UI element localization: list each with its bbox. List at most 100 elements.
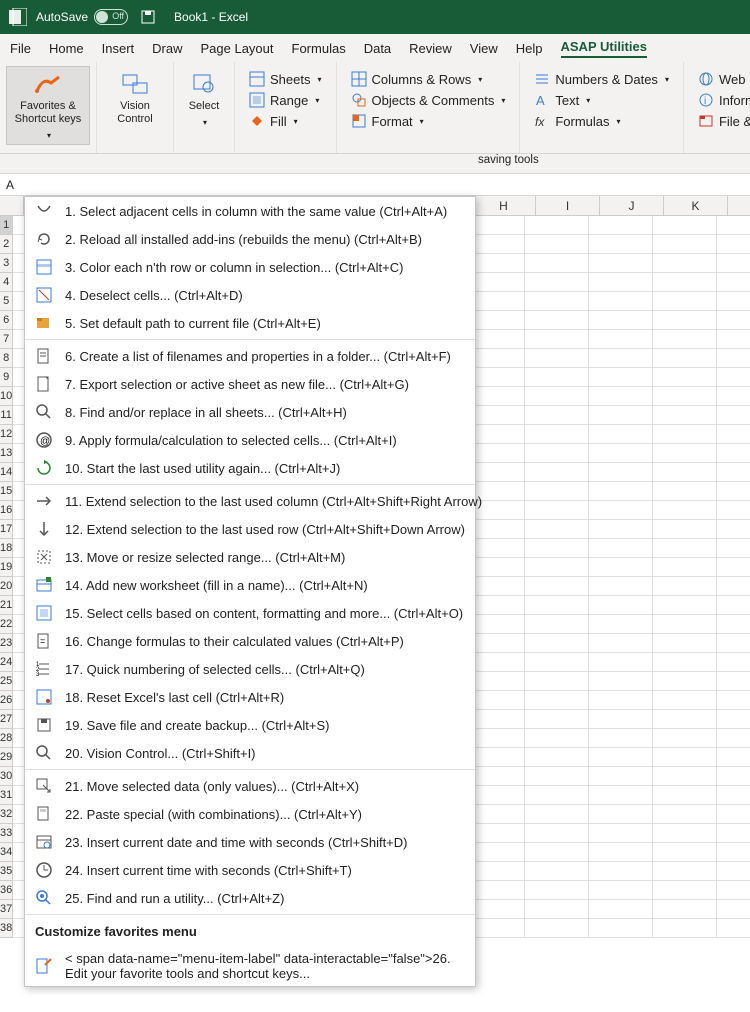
cell[interactable] xyxy=(525,596,589,615)
cell[interactable] xyxy=(589,786,653,805)
cell[interactable] xyxy=(589,881,653,900)
row-header[interactable]: 14 xyxy=(0,463,12,482)
row-header[interactable]: 27 xyxy=(0,710,12,729)
cell[interactable] xyxy=(589,805,653,824)
cell[interactable] xyxy=(653,501,717,520)
row-header[interactable]: 13 xyxy=(0,444,12,463)
cell[interactable] xyxy=(717,748,750,767)
cell[interactable] xyxy=(717,919,750,938)
cell[interactable] xyxy=(717,824,750,843)
row-header[interactable]: 17 xyxy=(0,520,12,539)
cell[interactable] xyxy=(589,558,653,577)
menu-home[interactable]: Home xyxy=(49,41,84,56)
row-header[interactable]: 26 xyxy=(0,691,12,710)
favorites-menu-item[interactable]: 7. Export selection or active sheet as n… xyxy=(25,370,475,398)
cell[interactable] xyxy=(589,349,653,368)
favorites-menu-item[interactable]: 11. Extend selection to the last used co… xyxy=(25,487,475,515)
cell[interactable] xyxy=(525,482,589,501)
cell[interactable] xyxy=(653,368,717,387)
cell[interactable] xyxy=(717,520,750,539)
favorites-menu-item[interactable]: @9. Apply formula/calculation to selecte… xyxy=(25,426,475,454)
cell[interactable] xyxy=(717,672,750,691)
cell[interactable] xyxy=(653,729,717,748)
menu-asap-utilities[interactable]: ASAP Utilities xyxy=(561,39,647,58)
row-header[interactable]: 1 xyxy=(0,216,12,235)
column-header[interactable]: I xyxy=(536,196,600,215)
cell[interactable] xyxy=(525,235,589,254)
cell[interactable] xyxy=(653,444,717,463)
autosave-toggle[interactable]: Off xyxy=(94,9,128,25)
row-header[interactable]: 18 xyxy=(0,539,12,558)
cell[interactable] xyxy=(525,862,589,881)
format-button[interactable]: Format▾ xyxy=(347,112,510,130)
cell[interactable] xyxy=(589,520,653,539)
row-header[interactable]: 11 xyxy=(0,406,12,425)
cell[interactable] xyxy=(717,425,750,444)
row-header[interactable]: 29 xyxy=(0,748,12,767)
favorites-menu-item[interactable]: 18. Reset Excel's last cell (Ctrl+Alt+R) xyxy=(25,683,475,711)
column-header[interactable]: J xyxy=(600,196,664,215)
cell[interactable] xyxy=(525,406,589,425)
row-header[interactable]: 37 xyxy=(0,900,12,919)
favorites-menu-item[interactable]: 23. Insert current date and time with se… xyxy=(25,828,475,856)
row-header[interactable]: 21 xyxy=(0,596,12,615)
cell[interactable] xyxy=(653,767,717,786)
cell[interactable] xyxy=(589,444,653,463)
cell[interactable] xyxy=(717,368,750,387)
menu-help[interactable]: Help xyxy=(516,41,543,56)
cell[interactable] xyxy=(589,824,653,843)
cell[interactable] xyxy=(717,881,750,900)
row-header[interactable]: 38 xyxy=(0,919,12,938)
row-header[interactable]: 24 xyxy=(0,653,12,672)
cell[interactable] xyxy=(589,596,653,615)
column-header[interactable]: H xyxy=(472,196,536,215)
cell[interactable] xyxy=(653,748,717,767)
cell[interactable] xyxy=(589,539,653,558)
cell[interactable] xyxy=(717,235,750,254)
cell[interactable] xyxy=(653,577,717,596)
cell[interactable] xyxy=(653,273,717,292)
cell[interactable] xyxy=(717,311,750,330)
menu-file[interactable]: File xyxy=(10,41,31,56)
cell[interactable] xyxy=(525,767,589,786)
cell[interactable] xyxy=(589,254,653,273)
cell[interactable] xyxy=(717,539,750,558)
cell[interactable] xyxy=(717,216,750,235)
cell[interactable] xyxy=(653,615,717,634)
cell[interactable] xyxy=(717,501,750,520)
favorites-menu-item[interactable]: 5. Set default path to current file (Ctr… xyxy=(25,309,475,337)
cell[interactable] xyxy=(653,216,717,235)
cell[interactable] xyxy=(525,463,589,482)
cell[interactable] xyxy=(717,691,750,710)
cell[interactable] xyxy=(717,805,750,824)
cell[interactable] xyxy=(589,653,653,672)
cell[interactable] xyxy=(653,254,717,273)
row-header[interactable]: 22 xyxy=(0,615,12,634)
formulas-button[interactable]: fxFormulas▾ xyxy=(530,112,673,130)
cell[interactable] xyxy=(653,710,717,729)
numbers-dates-button[interactable]: Numbers & Dates▾ xyxy=(530,70,673,88)
favorites-menu-item[interactable]: 3. Color each n'th row or column in sele… xyxy=(25,253,475,281)
cell[interactable] xyxy=(717,577,750,596)
select-all-corner[interactable] xyxy=(0,196,24,215)
cell[interactable] xyxy=(717,463,750,482)
cell[interactable] xyxy=(589,577,653,596)
favorites-menu-item[interactable]: 12. Extend selection to the last used ro… xyxy=(25,515,475,543)
favorites-menu-item[interactable]: 24. Insert current time with seconds (Ct… xyxy=(25,856,475,884)
cell[interactable] xyxy=(653,311,717,330)
menu-formulas[interactable]: Formulas xyxy=(292,41,346,56)
cell[interactable] xyxy=(717,482,750,501)
cell[interactable] xyxy=(525,653,589,672)
cell[interactable] xyxy=(525,387,589,406)
cell[interactable] xyxy=(717,387,750,406)
objects-comments-button[interactable]: Objects & Comments▾ xyxy=(347,91,510,109)
vision-control-button[interactable]: Vision Control xyxy=(103,66,167,129)
cell[interactable] xyxy=(589,672,653,691)
cell[interactable] xyxy=(525,900,589,919)
favorites-menu-item[interactable]: 10. Start the last used utility again...… xyxy=(25,454,475,482)
sheets-button[interactable]: Sheets▾ xyxy=(245,70,326,88)
favorites-menu-item[interactable]: 4. Deselect cells... (Ctrl+Alt+D) xyxy=(25,281,475,309)
column-header[interactable]: K xyxy=(664,196,728,215)
cell[interactable] xyxy=(653,539,717,558)
range-button[interactable]: Range▾ xyxy=(245,91,326,109)
